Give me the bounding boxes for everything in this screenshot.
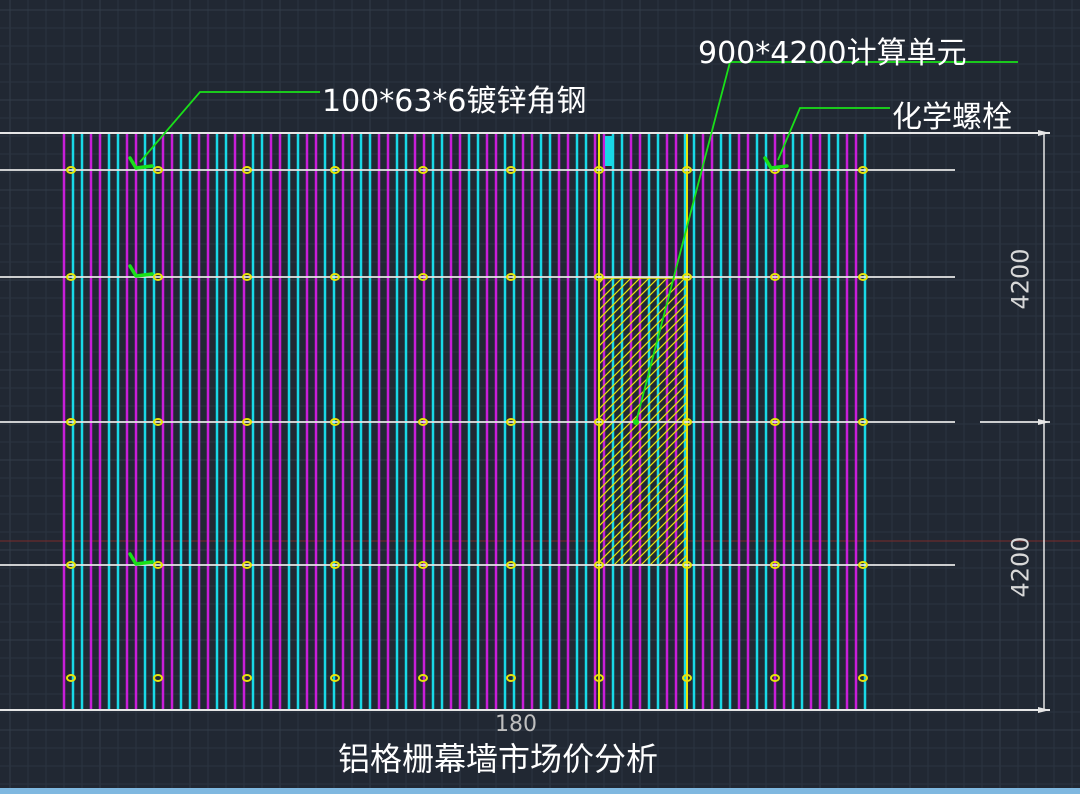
- leader-calc-unit-dot: [633, 419, 639, 425]
- dimension-text-upper: 4200: [1006, 248, 1035, 310]
- angle-steel-callout-mark: [128, 264, 154, 278]
- calc-unit-marker: [605, 136, 613, 166]
- dimension-text-lower: 4200: [1006, 536, 1035, 598]
- label-calc-unit: 900*4200计算单元: [698, 36, 967, 71]
- label-chemical-bolt: 化学螺栓: [892, 100, 1012, 135]
- label-steel-angle: 100*63*6镀锌角钢: [322, 84, 587, 119]
- angle-steel-callout-mark: [128, 552, 154, 566]
- drawing-caption: 铝格栅幕墙市场价分析: [338, 740, 659, 778]
- leader-steel-angle: [139, 91, 320, 163]
- window-bottom-strip: [0, 788, 1080, 794]
